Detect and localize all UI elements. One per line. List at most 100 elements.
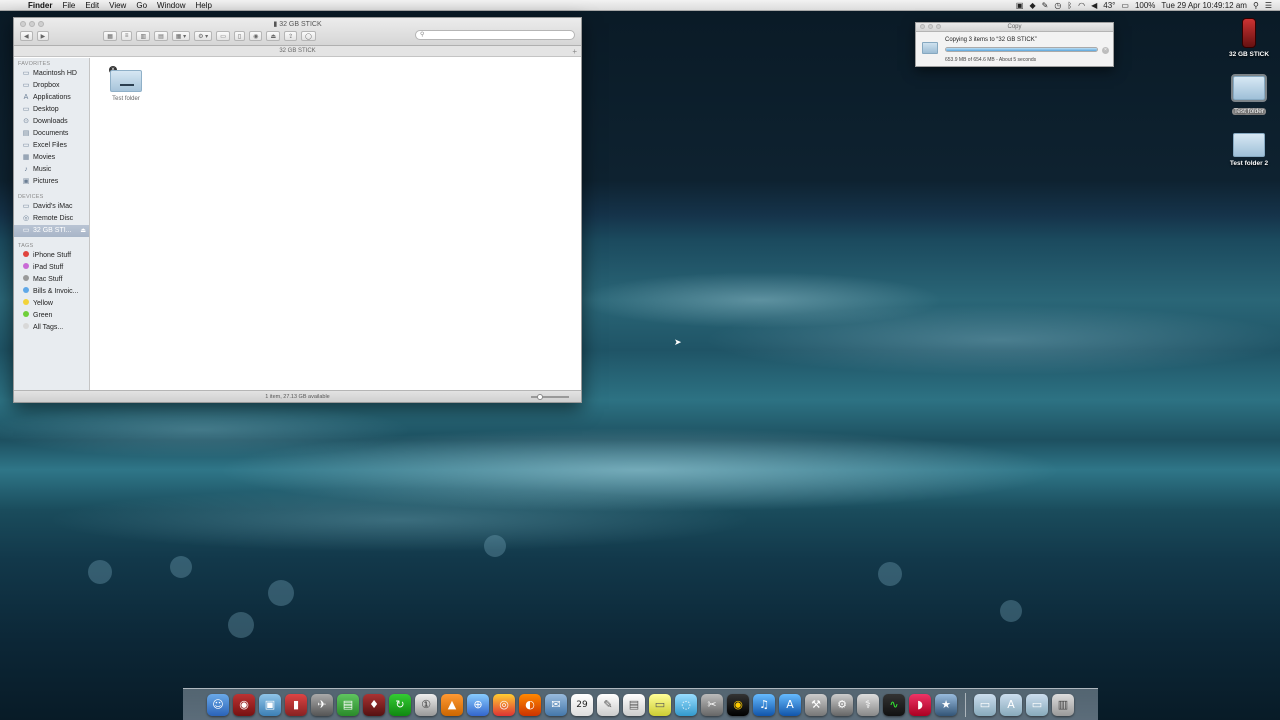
app-store-icon[interactable]: A <box>779 693 801 716</box>
sidebar-item-davids-imac[interactable]: ▭ David's iMac <box>14 201 89 213</box>
file-item-test-folder[interactable]: × Test folder <box>109 66 143 102</box>
documents-folder-icon[interactable]: ▭ <box>1026 693 1048 716</box>
arrange-menu-button[interactable]: ▦ ▾ <box>171 31 191 41</box>
forward-button[interactable]: ▶ <box>36 31 50 41</box>
textedit-icon[interactable]: ✎ <box>597 693 619 716</box>
volume-icon[interactable]: ◀ <box>1091 0 1097 11</box>
firefox-icon[interactable]: ◐ <box>519 693 541 716</box>
sidebar-item-music[interactable]: ♪ Music <box>14 164 89 176</box>
tag-button[interactable]: ◯ <box>301 31 316 41</box>
1password-icon[interactable]: ① <box>415 693 437 716</box>
instruments-icon[interactable]: ♦ <box>363 693 385 716</box>
eject-icon[interactable]: ⏏ <box>80 225 86 237</box>
sidebar-tag-green[interactable]: Green <box>14 310 89 322</box>
system-preferences-icon[interactable]: ⚙ <box>831 693 853 716</box>
wrench-icon[interactable]: ✎ <box>1042 0 1049 11</box>
temperature-readout[interactable]: 43° <box>1103 0 1115 11</box>
stickies-icon[interactable]: ▭ <box>649 693 671 716</box>
utility-icon[interactable]: ✂ <box>701 693 723 716</box>
trash-button[interactable]: ▯ <box>233 31 246 41</box>
bluetooth-icon[interactable]: ᛒ <box>1067 0 1072 11</box>
menu-help[interactable]: Help <box>195 0 211 11</box>
terminal-icon[interactable]: ◉ <box>727 693 749 716</box>
screen-icon[interactable]: ▣ <box>1016 0 1024 11</box>
mail-icon[interactable]: ✉ <box>545 693 567 716</box>
sidebar-tag-bills-invoices[interactable]: Bills & Invoic... <box>14 286 89 298</box>
calendar-icon[interactable]: 29 <box>571 693 593 716</box>
menubar-clock[interactable]: Tue 29 Apr 10:49:12 am <box>1161 0 1247 11</box>
sidebar-tag-mac-stuff[interactable]: Mac Stuff <box>14 274 89 286</box>
slider-knob[interactable] <box>537 394 543 400</box>
sidebar-item-macintosh-hd[interactable]: ▭ Macintosh HD <box>14 68 89 80</box>
zoom-window-button[interactable] <box>936 24 941 29</box>
cover-flow-button[interactable]: ▤ <box>154 31 168 41</box>
list-view-button[interactable]: ≡ <box>120 31 133 41</box>
back-button[interactable]: ◀ <box>20 31 33 41</box>
sidebar-item-dropbox[interactable]: ▭ Dropbox <box>14 80 89 92</box>
new-folder-button[interactable]: ▭ <box>216 31 230 41</box>
sidebar-item-pictures[interactable]: ▣ Pictures <box>14 176 89 188</box>
sidebar-item-remote-disc[interactable]: ◎ Remote Disc <box>14 213 89 225</box>
notes-icon[interactable]: ▤ <box>623 693 645 716</box>
spotlight-icon[interactable]: ⚲ <box>1253 0 1259 11</box>
sync-icon[interactable]: ↻ <box>389 693 411 716</box>
lips-app-icon[interactable]: ◗ <box>909 693 931 716</box>
safari-icon[interactable]: ⊕ <box>467 693 489 716</box>
finder-content-area[interactable]: × Test folder <box>91 58 581 391</box>
desktop-icon-test-folder-2[interactable]: Test folder 2 <box>1224 133 1274 167</box>
finder-icon[interactable]: ☺ <box>207 693 229 716</box>
sidebar-item-applications[interactable]: A Applications <box>14 92 89 104</box>
finder-titlebar[interactable]: ▮ 32 GB STICK ◀ ▶ ▦ ≡ ▥ ▤ ▦ ▾ ⚙ ▾ ▭ ▯ ◉ … <box>14 18 581 46</box>
battery-icon[interactable]: ▭ <box>1121 0 1129 11</box>
desktop-icon-test-folder[interactable]: Test folder <box>1224 74 1274 118</box>
disk-utility-icon[interactable]: ⚕ <box>857 693 879 716</box>
sidebar-tag-yellow[interactable]: Yellow <box>14 298 89 310</box>
share-button[interactable]: ⇪ <box>284 31 298 41</box>
sidebar-item-32gb-stick[interactable]: ▭ 32 GB STI... ⏏ <box>14 225 89 237</box>
desktop-icon-32gb-stick[interactable]: 32 GB STICK <box>1224 18 1274 58</box>
books-icon[interactable]: ▮ <box>285 693 307 716</box>
action-menu-button[interactable]: ⚙ ▾ <box>194 31 213 41</box>
new-tab-button[interactable]: + <box>572 46 577 57</box>
folder-icon[interactable]: ▭ <box>974 693 996 716</box>
menu-finder[interactable]: Finder <box>28 0 52 11</box>
menu-edit[interactable]: Edit <box>85 0 99 11</box>
chrome-icon[interactable]: ◎ <box>493 693 515 716</box>
sidebar-tag-ipad-stuff[interactable]: iPad Stuff <box>14 262 89 274</box>
minimize-window-button[interactable] <box>928 24 933 29</box>
menu-file[interactable]: File <box>62 0 75 11</box>
activity-monitor-icon[interactable]: ∿ <box>883 693 905 716</box>
menu-go[interactable]: Go <box>136 0 147 11</box>
xcode-icon[interactable]: ⚒ <box>805 693 827 716</box>
preview-icon[interactable]: ▣ <box>259 693 281 716</box>
copy-dialog-titlebar[interactable]: Copy <box>916 23 1113 32</box>
eject-button[interactable]: ⏏ <box>266 31 281 41</box>
photo-booth-icon[interactable]: ◉ <box>233 693 255 716</box>
trash-icon[interactable]: ▥ <box>1052 693 1074 716</box>
close-window-button[interactable] <box>920 24 925 29</box>
messages-icon[interactable]: ◌ <box>675 693 697 716</box>
sidebar-tag-all-tags[interactable]: All Tags... <box>14 322 89 334</box>
wifi-icon[interactable]: ◠ <box>1078 0 1085 11</box>
battery-percent[interactable]: 100% <box>1135 0 1155 11</box>
launchpad-icon[interactable]: ✈ <box>311 693 333 716</box>
time-machine-icon[interactable]: ◷ <box>1054 0 1061 11</box>
imovie-icon[interactable]: ★ <box>935 693 957 716</box>
icon-size-slider[interactable] <box>531 394 569 400</box>
sidebar-item-downloads[interactable]: ⊙ Downloads <box>14 116 89 128</box>
icon-view-button[interactable]: ▦ <box>103 31 117 41</box>
search-input[interactable]: ⚲ <box>415 30 575 40</box>
sidebar-item-desktop[interactable]: ▭ Desktop <box>14 104 89 116</box>
notification-center-icon[interactable]: ☰ <box>1265 0 1272 11</box>
itunes-icon[interactable]: ♫ <box>753 693 775 716</box>
sidebar-item-movies[interactable]: ▦ Movies <box>14 152 89 164</box>
applications-folder-icon[interactable]: A <box>1000 693 1022 716</box>
sidebar-tag-iphone-stuff[interactable]: iPhone Stuff <box>14 250 89 262</box>
burn-button[interactable]: ◉ <box>249 31 263 41</box>
numbers-icon[interactable]: ▤ <box>337 693 359 716</box>
sidebar-item-excel-files[interactable]: ▭ Excel Files <box>14 140 89 152</box>
menu-window[interactable]: Window <box>157 0 185 11</box>
sidebar-item-documents[interactable]: ▤ Documents <box>14 128 89 140</box>
menu-view[interactable]: View <box>109 0 126 11</box>
dropbox-icon[interactable]: ◆ <box>1029 0 1035 11</box>
